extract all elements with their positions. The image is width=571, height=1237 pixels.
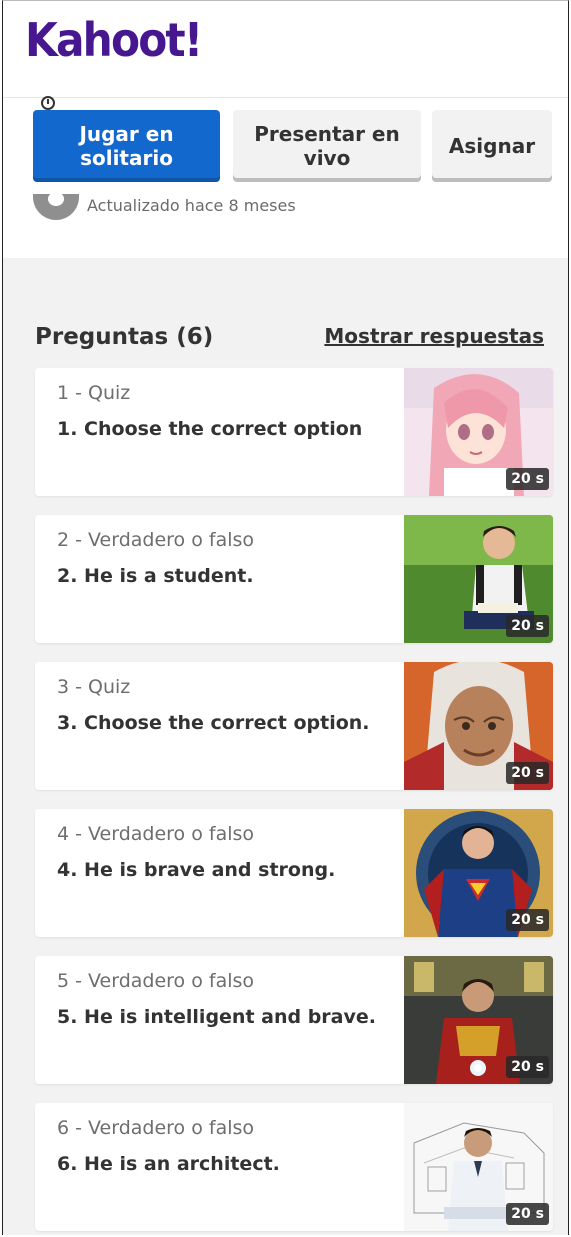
question-type: 4 - Verdadero o falso: [57, 823, 255, 845]
question-text: 5. He is intelligent and brave.: [57, 1006, 376, 1028]
question-list: 1 - Quiz 1. Choose the correct option 20…: [35, 368, 553, 1235]
avatar: [33, 192, 79, 220]
question-type: 3 - Quiz: [57, 676, 131, 698]
question-type: 2 - Verdadero o falso: [57, 529, 255, 551]
question-thumbnail: 20 s: [404, 368, 553, 496]
assign-button[interactable]: Asignar: [432, 110, 552, 182]
questions-header: Preguntas (6) Mostrar respuestas: [3, 258, 568, 350]
present-live-button[interactable]: Presentar en vivo: [233, 110, 421, 182]
question-card-5[interactable]: 5 - Verdadero o falso 5. He is intellige…: [35, 956, 553, 1084]
app-frame: Kahoot! Jugar en solitario Presentar en …: [2, 0, 569, 1235]
question-text: 4. He is brave and strong.: [57, 859, 336, 881]
question-thumbnail: 20 s: [404, 515, 553, 643]
clock-icon: [41, 96, 55, 110]
question-thumbnail: 20 s: [404, 956, 553, 1084]
time-badge: 20 s: [506, 762, 549, 784]
time-badge: 20 s: [506, 909, 549, 931]
play-solo-button[interactable]: Jugar en solitario: [33, 110, 220, 182]
time-badge: 20 s: [506, 468, 549, 490]
question-text: 2. He is a student.: [57, 565, 254, 587]
time-badge: 20 s: [506, 1203, 549, 1225]
question-thumbnail: 20 s: [404, 809, 553, 937]
kahoot-logo[interactable]: Kahoot!: [25, 13, 203, 67]
question-thumbnail: 20 s: [404, 1103, 553, 1231]
question-type: 1 - Quiz: [57, 382, 131, 404]
question-type: 5 - Verdadero o falso: [57, 970, 255, 992]
question-card-1[interactable]: 1 - Quiz 1. Choose the correct option 20…: [35, 368, 553, 496]
question-card-4[interactable]: 4 - Verdadero o falso 4. He is brave and…: [35, 809, 553, 937]
time-badge: 20 s: [506, 1056, 549, 1078]
question-card-2[interactable]: 2 - Verdadero o falso 2. He is a student…: [35, 515, 553, 643]
updated-timestamp: Actualizado hace 8 meses: [87, 196, 296, 215]
question-thumbnail: 20 s: [404, 662, 553, 790]
question-text: 3. Choose the correct option.: [57, 712, 370, 734]
question-text: 1. Choose the correct option: [57, 418, 363, 440]
kahoot-actions: Jugar en solitario Presentar en vivo Asi…: [3, 96, 568, 258]
question-text: 6. He is an architect.: [57, 1153, 280, 1175]
show-answers-link[interactable]: Mostrar respuestas: [324, 324, 544, 348]
top-bar: Kahoot!: [3, 1, 568, 98]
time-badge: 20 s: [506, 615, 549, 637]
question-card-3[interactable]: 3 - Quiz 3. Choose the correct option. 2: [35, 662, 553, 790]
question-card-6[interactable]: 6 - Verdadero o falso 6. He is an archit…: [35, 1103, 553, 1231]
questions-title: Preguntas (6): [35, 324, 214, 350]
question-type: 6 - Verdadero o falso: [57, 1117, 255, 1139]
